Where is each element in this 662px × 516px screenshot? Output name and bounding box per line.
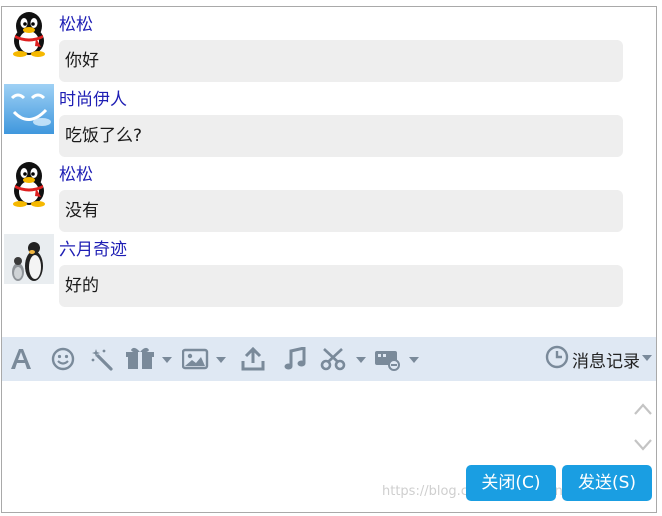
gift-icon[interactable]	[126, 347, 174, 371]
sender-name: 六月奇迹	[59, 240, 127, 260]
scroll-down-icon[interactable]	[632, 433, 654, 455]
scroll-up-icon[interactable]	[632, 399, 654, 421]
font-icon[interactable]	[8, 347, 34, 371]
message-list: 松松 你好 时尚伊人 吃饭了么? 松松 没有 六月奇迹 好的	[2, 7, 656, 337]
message-bubble: 没有	[59, 190, 623, 232]
message-item: 六月奇迹 好的	[2, 232, 656, 307]
screenshot-scissors-icon[interactable]	[320, 347, 368, 371]
message-history-button[interactable]: 消息记录	[545, 345, 654, 373]
message-bubble: 吃饭了么?	[59, 115, 623, 157]
message-input[interactable]: https://blog.csdn.net/weixin_48112113 关闭…	[2, 381, 656, 512]
penguin-avatar[interactable]	[4, 9, 54, 59]
send-button[interactable]: 发送(S)	[562, 465, 652, 501]
sender-name: 时尚伊人	[59, 90, 127, 110]
sender-name: 松松	[59, 15, 93, 35]
sender-name: 松松	[59, 165, 93, 185]
magic-wand-icon[interactable]	[91, 347, 115, 371]
upload-icon[interactable]	[241, 347, 265, 371]
screen-record-icon[interactable]	[374, 347, 422, 371]
message-item: 松松 没有	[2, 157, 656, 232]
penguin-avatar[interactable]	[4, 159, 54, 209]
message-bubble: 好的	[59, 265, 623, 307]
message-item: 时尚伊人 吃饭了么?	[2, 82, 656, 157]
music-icon[interactable]	[283, 347, 307, 371]
clock-icon	[545, 345, 569, 373]
message-text: 吃饭了么?	[65, 126, 143, 146]
chevron-down-icon	[640, 345, 654, 373]
close-button[interactable]: 关闭(C)	[466, 465, 556, 501]
emoji-icon[interactable]	[51, 347, 75, 371]
blue-smile-avatar[interactable]	[4, 84, 54, 134]
message-text: 没有	[65, 201, 99, 221]
chat-window: 松松 你好 时尚伊人 吃饭了么? 松松 没有 六月奇迹 好的 消息记录 关闭(C…	[1, 6, 657, 513]
message-item: 松松 你好	[2, 7, 656, 82]
message-text: 好的	[65, 276, 99, 296]
message-history-label: 消息记录	[572, 351, 640, 372]
message-text: 你好	[65, 51, 99, 71]
image-icon[interactable]	[182, 347, 228, 371]
message-bubble: 你好	[59, 40, 623, 82]
chat-toolbar: 消息记录	[2, 337, 656, 381]
emperor-penguin-avatar[interactable]	[4, 234, 54, 284]
